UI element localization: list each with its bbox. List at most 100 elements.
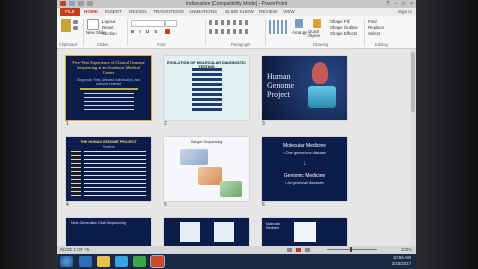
font-format-buttons[interactable]: B I U S [131, 29, 159, 34]
right-bezel [416, 0, 478, 269]
slide-4-title: THE HUMAN GENOME PROJECT [80, 140, 137, 144]
shapes-gallery[interactable] [269, 20, 289, 34]
tab-transitions[interactable]: TRANSITIONS [153, 8, 184, 16]
paste-icon[interactable] [61, 19, 71, 32]
zoom-slider-thumb[interactable] [350, 247, 352, 252]
slide-sorter-view-icon[interactable] [296, 248, 301, 252]
screen: Indianation [Compatibility Mode] - Power… [0, 0, 478, 269]
slide-1-subtitle: Diagnostic Yield, Affected Individual(s)… [76, 78, 141, 86]
ie-taskbar-icon[interactable] [79, 256, 92, 267]
font-color-icon[interactable] [165, 29, 170, 34]
media-taskbar-icon[interactable] [115, 256, 128, 267]
chrome-taskbar-icon[interactable] [133, 256, 146, 267]
powerpoint-window: Indianation [Compatibility Mode] - Power… [57, 0, 416, 254]
slide-number-4: 4 [66, 202, 69, 208]
slide-number-6: 6 [262, 202, 265, 208]
tab-animations[interactable]: ANIMATIONS [189, 8, 217, 16]
find-button[interactable]: Find [368, 19, 377, 24]
slide-5-title: Sanger Sequencing [190, 140, 223, 144]
tab-view[interactable]: VIEW [283, 8, 295, 16]
slide-thumbnail-9[interactable]: Molecular Medicine [262, 218, 347, 246]
slide-number-1: 1 [66, 121, 69, 127]
slide-3-title: Human Genome Project [267, 72, 295, 99]
align-buttons[interactable] [209, 29, 249, 34]
layout-button[interactable]: Layout [102, 19, 115, 24]
taskbar-clock[interactable]: 10:56 AM 3/15/2017 [392, 255, 411, 267]
copy-icon[interactable] [73, 26, 78, 30]
close-button[interactable]: × [410, 1, 413, 7]
tab-review[interactable]: REVIEW [259, 8, 277, 16]
zoom-level[interactable]: 100% [401, 246, 412, 254]
slide-8-image-right [214, 222, 234, 242]
clock-date: 3/15/2017 [391, 261, 411, 266]
slide-thumbnail-2[interactable]: EVOLUTION OF MOLECULAR DIAGNOSTIC TESTIN… [164, 56, 249, 120]
slide-thumbnail-8[interactable] [164, 218, 249, 246]
drawing-group-label: Drawing [313, 42, 329, 47]
slide-5-diagram-top [180, 149, 208, 165]
replace-button[interactable]: Replace [368, 25, 384, 30]
tab-design[interactable]: DESIGN [129, 8, 147, 16]
arrange-button[interactable]: Arrange [292, 30, 308, 35]
quick-styles-button[interactable]: Quick Styles [308, 29, 326, 38]
slide-8-image-left [180, 222, 200, 242]
tab-slide-show[interactable]: SLIDE SHOW [225, 8, 254, 16]
shape-fill-button[interactable]: Shape Fill [330, 19, 350, 24]
clipboard-group-label: Clipboard [59, 42, 77, 47]
slide-6-line-3: Genomic Medicine [283, 173, 326, 179]
slide-number-2: 2 [164, 121, 167, 127]
slide-6-arrow: ↓ [302, 158, 307, 167]
slide-5-diagram-mid [198, 167, 222, 185]
paragraph-group-label: Paragraph [231, 42, 251, 47]
slide-thumbnail-7[interactable]: Next-Generation DNA Sequencing [66, 218, 151, 246]
maximize-button[interactable]: □ [402, 1, 405, 7]
sign-in-link[interactable]: Sign in [398, 8, 412, 16]
slide-number-3: 3 [262, 121, 265, 127]
new-slide-icon[interactable] [87, 19, 99, 30]
font-size-select[interactable] [165, 20, 177, 27]
quick-styles-icon[interactable] [313, 19, 321, 28]
title-bar: Indianation [Compatibility Mode] - Power… [57, 0, 416, 8]
slide-thumbnail-5[interactable]: Sanger Sequencing [164, 137, 249, 201]
help-button[interactable]: ? [386, 1, 389, 7]
slide-5-diagram-bottom [220, 181, 242, 197]
powerpoint-taskbar-icon[interactable] [151, 256, 164, 267]
cut-icon[interactable] [73, 20, 78, 24]
taskbar: 10:56 AM 3/15/2017 [57, 254, 416, 269]
slide-3-dna-image [312, 62, 328, 84]
ribbon-tabs: FILE HOME INSERT DESIGN TRANSITIONS ANIM… [57, 8, 416, 16]
slide-6-line-2: • One genes/one disease [283, 151, 326, 155]
list-buttons[interactable] [209, 20, 249, 25]
sorter-scroll-thumb[interactable] [411, 52, 415, 112]
slide-thumbnail-3[interactable]: Human Genome Project [262, 56, 347, 120]
slide-4-years [71, 151, 81, 197]
slide-thumbnail-4[interactable]: THE HUMAN GENOME PROJECT Timeline [66, 137, 151, 201]
section-button[interactable]: Section [102, 31, 117, 36]
slide-9-image [294, 222, 316, 242]
font-name-select[interactable] [131, 20, 165, 27]
minimize-button[interactable]: – [394, 1, 397, 7]
slide-7-title: Next-Generation DNA Sequencing [71, 221, 126, 225]
tab-insert[interactable]: INSERT [105, 8, 122, 16]
arrange-icon[interactable] [295, 19, 303, 28]
window-title: Indianation [Compatibility Mode] - Power… [185, 1, 288, 7]
ribbon: Clipboard New Slide Layout Reset Section… [57, 16, 416, 49]
reset-button[interactable]: Reset [102, 25, 113, 30]
slide-thumbnail-6[interactable]: Molecular Medicine • One genes/one disea… [262, 137, 347, 201]
slide-thumbnail-1[interactable]: Five-Year Experience of Clinical Genome … [66, 56, 151, 120]
shape-effects-button[interactable]: Shape Effects [330, 31, 357, 36]
slide-number-5: 5 [164, 202, 167, 208]
slide-4-subtitle: Timeline [102, 145, 115, 149]
shape-outline-button[interactable]: Shape Outline [330, 25, 358, 30]
reading-view-icon[interactable] [305, 248, 310, 252]
start-button[interactable] [60, 256, 73, 267]
normal-view-icon[interactable] [287, 248, 292, 252]
slide-6-title: Molecular Medicine [282, 143, 327, 149]
tab-home[interactable]: HOME [84, 8, 98, 16]
tab-file[interactable]: FILE [60, 8, 80, 16]
select-button[interactable]: Select [368, 31, 380, 36]
zoom-slider[interactable] [327, 249, 377, 250]
slide-count: SLIDE 1 OF 75 [60, 247, 90, 252]
slide-3-beaker-image [308, 86, 336, 108]
explorer-taskbar-icon[interactable] [97, 256, 110, 267]
left-bezel [0, 0, 57, 269]
